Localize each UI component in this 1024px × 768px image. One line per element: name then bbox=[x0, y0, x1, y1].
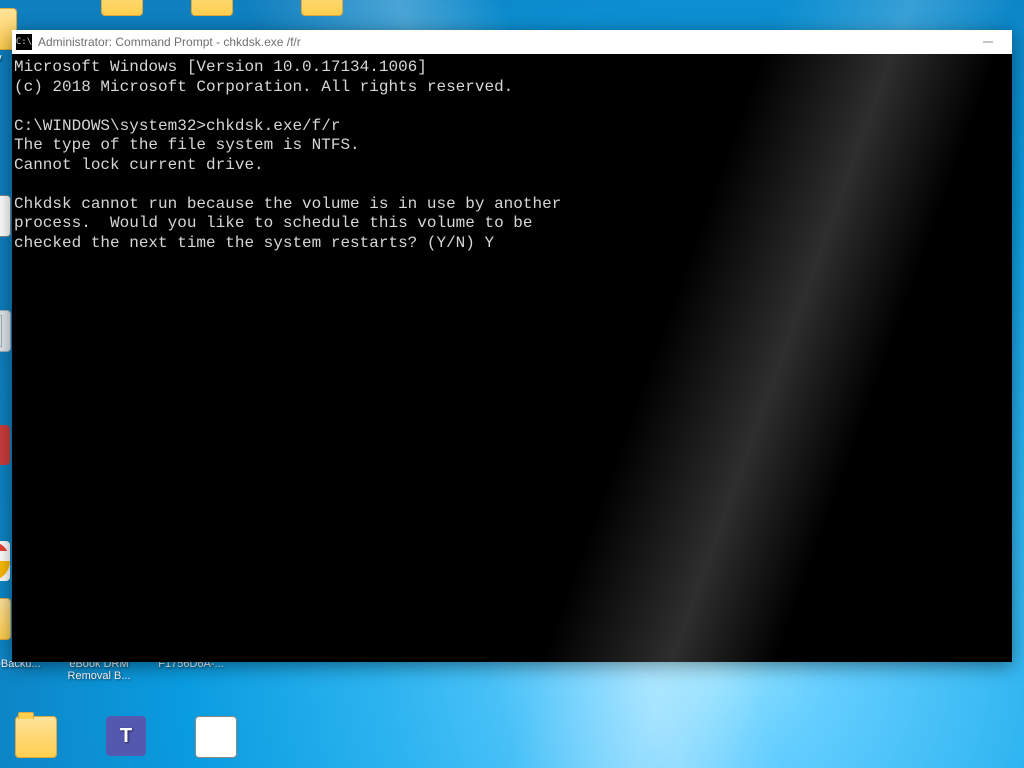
chrome-icon bbox=[0, 541, 10, 581]
desktop-icon[interactable] bbox=[6, 716, 66, 760]
terminal-line: Cannot lock current drive. bbox=[14, 156, 1012, 176]
terminal-line: (c) 2018 Microsoft Corporation. All righ… bbox=[14, 78, 1012, 98]
desktop-icon-fragment[interactable] bbox=[92, 0, 152, 18]
window-title: Administrator: Command Prompt - chkdsk.e… bbox=[38, 35, 301, 49]
teams-icon: T bbox=[106, 716, 146, 756]
folder-icon bbox=[15, 716, 57, 758]
minimize-icon bbox=[983, 37, 993, 47]
recycle-bin-icon bbox=[0, 310, 11, 352]
window-titlebar[interactable]: C:\ Administrator: Command Prompt - chkd… bbox=[12, 30, 1012, 54]
desktop-icon-fragment[interactable] bbox=[182, 0, 242, 18]
desktop-background: av A Cl et o h w-Backu... eBook DRM Remo… bbox=[0, 0, 1024, 768]
desktop-icon[interactable] bbox=[186, 716, 246, 760]
pdf-icon: A bbox=[0, 425, 10, 465]
terminal-line: Chkdsk cannot run because the volume is … bbox=[14, 195, 1012, 215]
terminal-output[interactable]: Microsoft Windows [Version 10.0.17134.10… bbox=[12, 54, 1012, 662]
file-icon bbox=[0, 195, 11, 237]
terminal-line: Microsoft Windows [Version 10.0.17134.10… bbox=[14, 58, 1012, 78]
terminal-line: C:\WINDOWS\system32>chkdsk.exe/f/r bbox=[14, 117, 1012, 137]
icon-label: av bbox=[0, 52, 2, 64]
folder-icon bbox=[101, 0, 143, 16]
desktop-icon-fragment[interactable] bbox=[292, 0, 352, 18]
terminal-line: process. Would you like to schedule this… bbox=[14, 214, 1012, 234]
terminal-line: The type of the file system is NTFS. bbox=[14, 136, 1012, 156]
desktop-icon[interactable]: T bbox=[96, 716, 156, 758]
minimize-button[interactable] bbox=[966, 30, 1010, 54]
folder-icon bbox=[0, 598, 11, 640]
terminal-line: checked the next time the system restart… bbox=[14, 234, 1012, 254]
terminal-line bbox=[14, 175, 1012, 195]
folder-icon bbox=[301, 0, 343, 16]
command-prompt-window: C:\ Administrator: Command Prompt - chkd… bbox=[12, 30, 1012, 662]
terminal-line bbox=[14, 97, 1012, 117]
folder-icon bbox=[191, 0, 233, 16]
file-icon bbox=[195, 716, 237, 758]
cmd-app-icon: C:\ bbox=[16, 34, 32, 50]
